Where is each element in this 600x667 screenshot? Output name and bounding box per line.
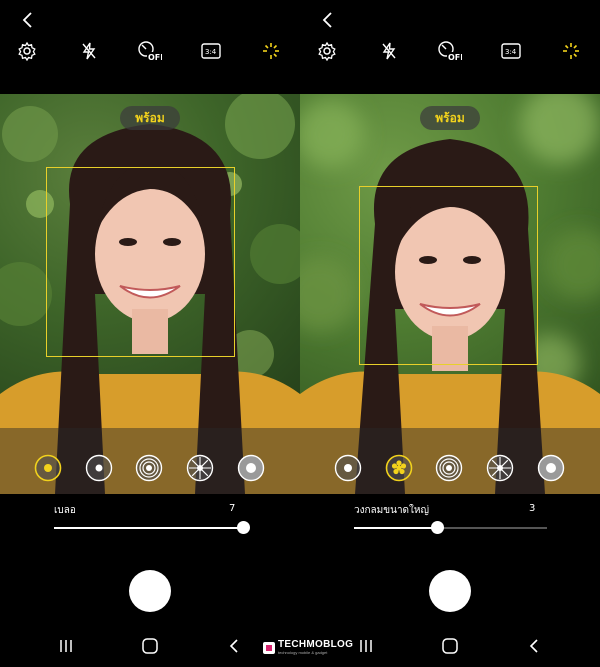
status-ready-badge: พร้อม xyxy=(120,106,180,130)
effect-big-circle-icon[interactable] xyxy=(385,454,413,482)
watermark-tagline: technology mobile & gadget xyxy=(278,650,328,655)
effect-spin-icon[interactable] xyxy=(135,454,163,482)
aspect-ratio-label: 3:4 xyxy=(505,48,517,56)
aspect-ratio-icon[interactable]: 3:4 xyxy=(198,38,224,64)
camera-screen-blur: OFF 3:4 พร้อม xyxy=(0,0,300,667)
aspect-ratio-icon[interactable]: 3:4 xyxy=(498,38,524,64)
timer-off-icon[interactable]: OFF xyxy=(136,38,162,64)
effect-slider-thumb[interactable] xyxy=(237,521,250,534)
home-icon[interactable] xyxy=(440,636,460,656)
back-icon[interactable] xyxy=(524,636,544,656)
techmoblog-watermark: TECHMOBLOG technology mobile & gadget xyxy=(262,638,354,660)
effect-slider-fill xyxy=(354,527,437,529)
effect-slider-value: 3 xyxy=(529,503,536,514)
shutter-button[interactable] xyxy=(429,570,471,612)
aspect-ratio-label: 3:4 xyxy=(205,48,217,56)
effect-blur-icon[interactable] xyxy=(334,454,362,482)
face-focus-box xyxy=(46,167,235,357)
flash-off-icon[interactable] xyxy=(376,38,402,64)
effect-slider-fill xyxy=(54,527,243,529)
effect-slider-track[interactable] xyxy=(354,527,547,529)
back-icon[interactable] xyxy=(224,636,244,656)
effect-zoom-icon[interactable] xyxy=(486,454,514,482)
timer-off-label: OFF xyxy=(448,53,462,62)
camera-toolbar: OFF 3:4 xyxy=(300,38,600,64)
flash-off-icon[interactable] xyxy=(76,38,102,64)
timer-off-icon[interactable]: OFF xyxy=(436,38,462,64)
back-arrow-icon[interactable] xyxy=(318,10,338,30)
effect-slider-label: วงกลมขนาดใหญ่ xyxy=(354,505,430,516)
timer-off-label: OFF xyxy=(148,53,162,62)
live-focus-icon[interactable] xyxy=(258,38,284,64)
effect-blur-icon[interactable] xyxy=(34,454,62,482)
back-arrow-icon[interactable] xyxy=(18,10,38,30)
camera-screen-big-circle: OFF 3:4 พ xyxy=(300,0,600,667)
status-ready-badge: พร้อม xyxy=(420,106,480,130)
effect-color-point-icon[interactable] xyxy=(237,454,265,482)
effect-slider-track[interactable] xyxy=(54,527,247,529)
effect-slider-label: เบลอ xyxy=(54,505,76,516)
recent-apps-icon[interactable] xyxy=(56,636,76,656)
face-focus-box xyxy=(359,186,538,365)
effect-big-circle-icon[interactable] xyxy=(85,454,113,482)
home-icon[interactable] xyxy=(140,636,160,656)
effect-zoom-icon[interactable] xyxy=(186,454,214,482)
effect-spin-icon[interactable] xyxy=(435,454,463,482)
effect-color-point-icon[interactable] xyxy=(537,454,565,482)
settings-icon[interactable] xyxy=(314,38,340,64)
live-focus-icon[interactable] xyxy=(558,38,584,64)
techmoblog-logo-icon xyxy=(263,642,275,654)
camera-toolbar: OFF 3:4 xyxy=(0,38,300,64)
effect-slider-value: 7 xyxy=(229,503,236,514)
recent-apps-icon[interactable] xyxy=(356,636,376,656)
effect-slider-thumb[interactable] xyxy=(431,521,444,534)
shutter-button[interactable] xyxy=(129,570,171,612)
settings-icon[interactable] xyxy=(14,38,40,64)
watermark-name: TECHMOBLOG xyxy=(278,639,354,650)
